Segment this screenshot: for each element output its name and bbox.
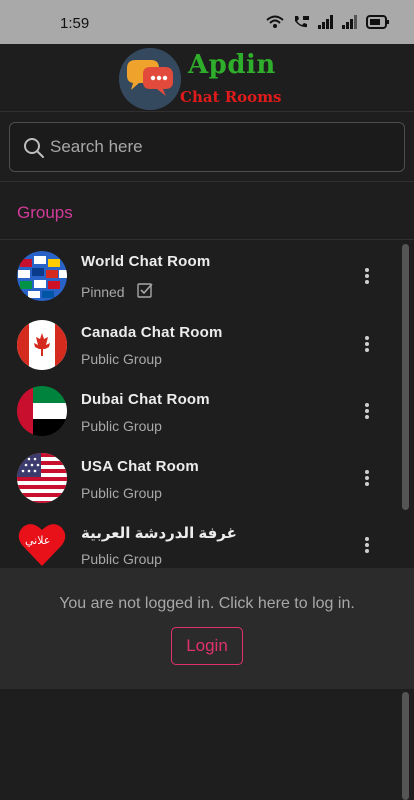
- search-box[interactable]: [9, 122, 405, 172]
- search-bar: [0, 112, 414, 182]
- group-name: World Chat Room: [81, 253, 211, 270]
- pinned-check-icon: [137, 282, 153, 303]
- list-item[interactable]: علاني غرفة الدردشة العربية Public Group: [0, 518, 400, 570]
- page-scrollbar[interactable]: [402, 692, 409, 800]
- list-item[interactable]: USA Chat Room Public Group: [0, 451, 400, 517]
- status-bar: 1:59: [0, 0, 414, 44]
- group-subtitle: Public Group: [81, 551, 162, 567]
- wifi-icon: [266, 15, 284, 34]
- world-flags-icon: [17, 251, 67, 301]
- search-icon: [23, 137, 45, 164]
- list-scrollbar[interactable]: [402, 244, 409, 510]
- groups-section-header: Groups: [0, 182, 414, 240]
- group-name: USA Chat Room: [81, 458, 199, 475]
- logo-icon: [119, 48, 181, 110]
- signal-icon: [318, 15, 334, 34]
- usa-flag-icon: [17, 453, 67, 503]
- group-name: Dubai Chat Room: [81, 391, 210, 408]
- signal-icon: [342, 15, 358, 34]
- more-options-icon[interactable]: [358, 332, 376, 356]
- group-list: World Chat Room Pinned Canada Chat Room …: [0, 240, 414, 570]
- canada-flag-icon: [17, 320, 67, 370]
- more-options-icon[interactable]: [358, 399, 376, 423]
- group-name: غرفة الدردشة العربية: [81, 525, 237, 542]
- list-item[interactable]: Canada Chat Room Public Group: [0, 317, 400, 383]
- logo-title: Apdin: [188, 50, 276, 80]
- more-options-icon[interactable]: [358, 264, 376, 288]
- uae-flag-icon: [17, 386, 67, 436]
- battery-icon: [366, 15, 390, 34]
- list-item[interactable]: Dubai Chat Room Public Group: [0, 384, 400, 450]
- status-icons: [266, 15, 390, 34]
- app-header: Apdin Chat Rooms: [0, 44, 414, 112]
- list-item[interactable]: World Chat Room Pinned: [0, 240, 400, 306]
- status-time: 1:59: [60, 15, 90, 32]
- heart-icon: علاني: [17, 519, 67, 569]
- section-title: Groups: [17, 203, 73, 222]
- login-message[interactable]: You are not logged in. Click here to log…: [0, 595, 414, 613]
- heart-text: علاني: [25, 534, 51, 547]
- more-options-icon[interactable]: [358, 533, 376, 557]
- logo-subtitle: Chat Rooms: [180, 88, 282, 106]
- group-subtitle: Public Group: [81, 351, 162, 367]
- group-subtitle: Pinned: [81, 284, 125, 300]
- group-subtitle: Public Group: [81, 418, 162, 434]
- login-button[interactable]: Login: [171, 627, 243, 665]
- search-input[interactable]: [50, 123, 390, 171]
- login-panel: You are not logged in. Click here to log…: [0, 568, 414, 689]
- volte-call-icon: [292, 15, 310, 34]
- group-subtitle: Public Group: [81, 485, 162, 501]
- more-options-icon[interactable]: [358, 466, 376, 490]
- group-name: Canada Chat Room: [81, 324, 223, 341]
